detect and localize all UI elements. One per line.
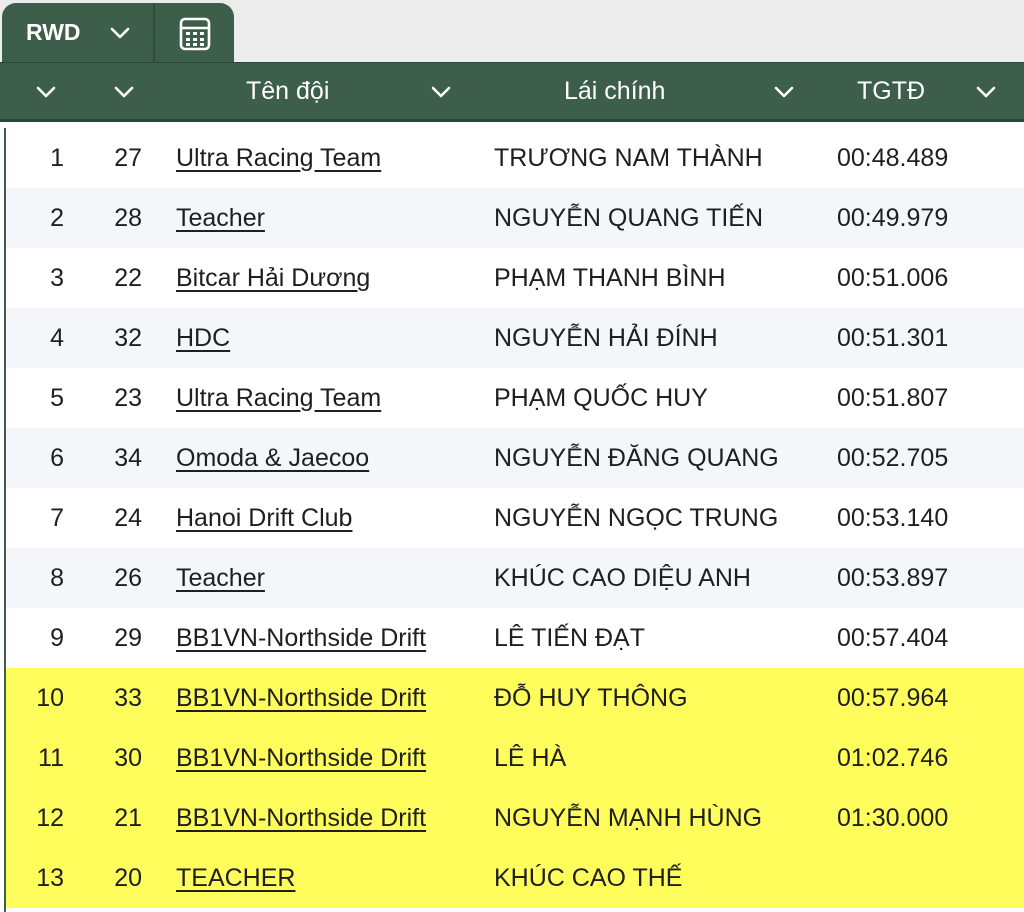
- driver-cell: NGUYỄN NGỌC TRUNG: [494, 504, 779, 532]
- time-cell: 00:49.979: [837, 204, 949, 232]
- driver-cell: PHẠM QUỐC HUY: [494, 384, 708, 412]
- column-header-driver-label: Lái chính: [564, 77, 666, 105]
- column-header-driver[interactable]: Lái chính: [480, 63, 810, 120]
- car-number-cell: 28: [114, 204, 142, 232]
- view-tab-label: RWD: [26, 19, 81, 45]
- time-cell: 00:57.404: [837, 624, 949, 652]
- view-tab-rwd[interactable]: RWD: [2, 3, 152, 62]
- chevron-down-icon[interactable]: [108, 23, 132, 43]
- calculator-button[interactable]: [170, 14, 220, 54]
- team-link[interactable]: BB1VN-Northside Drift: [176, 624, 426, 652]
- time-cell: 00:52.705: [837, 444, 949, 472]
- driver-cell: LÊ HÀ: [494, 744, 567, 772]
- driver-cell: TRƯƠNG NAM THÀNH: [494, 144, 763, 172]
- car-number-cell: 34: [114, 444, 142, 472]
- column-header-time[interactable]: TGTĐ: [820, 63, 1024, 120]
- chevron-down-icon[interactable]: [112, 82, 136, 102]
- driver-cell: NGUYỄN ĐĂNG QUANG: [494, 444, 779, 472]
- column-header-team[interactable]: Tên đội: [160, 63, 470, 120]
- driver-cell: NGUYỄN QUANG TIẾN: [494, 204, 764, 232]
- driver-cell: PHẠM THANH BÌNH: [494, 264, 726, 292]
- car-number-cell: 29: [114, 624, 142, 652]
- table-row[interactable]: 4 32 HDC NGUYỄN HẢI ĐÍNH 00:51.301: [6, 308, 1024, 368]
- tab-strip: RWD: [0, 0, 1024, 62]
- team-link[interactable]: BB1VN-Northside Drift: [176, 684, 426, 712]
- time-cell: 00:51.807: [837, 384, 949, 412]
- time-cell: 00:57.964: [837, 684, 949, 712]
- table-row[interactable]: 5 23 Ultra Racing Team PHẠM QUỐC HUY 00:51.8…: [6, 368, 1024, 428]
- time-cell: 01:30.000: [837, 804, 949, 832]
- car-number-cell: 26: [114, 564, 142, 592]
- driver-cell: KHÚC CAO THẾ: [494, 864, 683, 892]
- table-row[interactable]: 8 26 Teacher KHÚC CAO DIỆU ANH 00:53.897: [6, 548, 1024, 608]
- chevron-down-icon[interactable]: [772, 82, 796, 102]
- results-table-app: RWD Tên đội Lái chính TGTĐ 1 27 Ultra Ra…: [0, 0, 1024, 912]
- column-header-team-label: Tên đội: [246, 77, 330, 105]
- driver-cell: ĐỖ HUY THÔNG: [494, 684, 688, 712]
- team-link[interactable]: Teacher: [176, 564, 265, 592]
- calculator-icon: [179, 17, 211, 51]
- team-link[interactable]: Ultra Racing Team: [176, 144, 381, 172]
- column-header-number[interactable]: [92, 63, 152, 120]
- car-number-cell: 33: [114, 684, 142, 712]
- chevron-down-icon[interactable]: [429, 82, 453, 102]
- car-number-cell: 24: [114, 504, 142, 532]
- team-link[interactable]: BB1VN-Northside Drift: [176, 804, 426, 832]
- chevron-down-icon[interactable]: [974, 82, 998, 102]
- table-row[interactable]: 11 30 BB1VN-Northside Drift LÊ HÀ 01:02.746: [6, 728, 1024, 788]
- driver-cell: KHÚC CAO DIỆU ANH: [494, 564, 751, 592]
- team-link[interactable]: HDC: [176, 324, 230, 352]
- chevron-down-icon[interactable]: [34, 82, 58, 102]
- driver-cell: NGUYỄN HẢI ĐÍNH: [494, 324, 718, 352]
- team-link[interactable]: Teacher: [176, 204, 265, 232]
- car-number-cell: 27: [114, 144, 142, 172]
- time-cell: 00:53.897: [837, 564, 949, 592]
- team-link[interactable]: Hanoi Drift Club: [176, 504, 352, 532]
- table-body: 1 27 Ultra Racing Team TRƯƠNG NAM THÀNH 00:4…: [4, 128, 1024, 912]
- car-number-cell: 32: [114, 324, 142, 352]
- view-tab-group: RWD: [2, 3, 234, 62]
- table-row[interactable]: 13 20 TEACHER KHÚC CAO THẾ: [6, 848, 1024, 908]
- table-row[interactable]: 7 24 Hanoi Drift Club NGUYỄN NGỌC TRUNG 00:5…: [6, 488, 1024, 548]
- driver-cell: NGUYỄN MẠNH HÙNG: [494, 804, 763, 832]
- car-number-cell: 22: [114, 264, 142, 292]
- table-row[interactable]: 12 21 BB1VN-Northside Drift NGUYỄN MẠNH HÙN…: [6, 788, 1024, 848]
- time-cell: 00:48.489: [837, 144, 949, 172]
- time-cell: 00:51.006: [837, 264, 949, 292]
- time-cell: 00:53.140: [837, 504, 949, 532]
- table-header: Tên đội Lái chính TGTĐ: [0, 62, 1024, 122]
- time-cell: 01:02.746: [837, 744, 949, 772]
- column-header-rank[interactable]: [0, 63, 92, 120]
- table-row[interactable]: 3 22 Bitcar Hải Dương PHẠM THANH BÌNH 00:51.…: [6, 248, 1024, 308]
- table-row[interactable]: 6 34 Omoda & Jaecoo NGUYỄN ĐĂNG QUANG 00:52.…: [6, 428, 1024, 488]
- table-row[interactable]: 9 29 BB1VN-Northside Drift LÊ TIẾN ĐẠT 00:57…: [6, 608, 1024, 668]
- car-number-cell: 20: [114, 864, 142, 892]
- team-link[interactable]: Ultra Racing Team: [176, 384, 381, 412]
- table-row[interactable]: 1 27 Ultra Racing Team TRƯƠNG NAM THÀNH 00:4…: [6, 128, 1024, 188]
- driver-cell: LÊ TIẾN ĐẠT: [494, 624, 645, 652]
- car-number-cell: 30: [114, 744, 142, 772]
- team-link[interactable]: Omoda & Jaecoo: [176, 444, 369, 472]
- table-row[interactable]: 10 33 BB1VN-Northside Drift ĐỖ HUY THÔNG 00:…: [6, 668, 1024, 728]
- tab-separator: [153, 3, 155, 62]
- time-cell: 00:51.301: [837, 324, 949, 352]
- team-link[interactable]: TEACHER: [176, 864, 295, 892]
- column-header-time-label: TGTĐ: [857, 77, 926, 105]
- table-row[interactable]: 2 28 Teacher NGUYỄN QUANG TIẾN 00:49.979: [6, 188, 1024, 248]
- car-number-cell: 21: [114, 804, 142, 832]
- team-link[interactable]: BB1VN-Northside Drift: [176, 744, 426, 772]
- car-number-cell: 23: [114, 384, 142, 412]
- team-link[interactable]: Bitcar Hải Dương: [176, 264, 370, 292]
